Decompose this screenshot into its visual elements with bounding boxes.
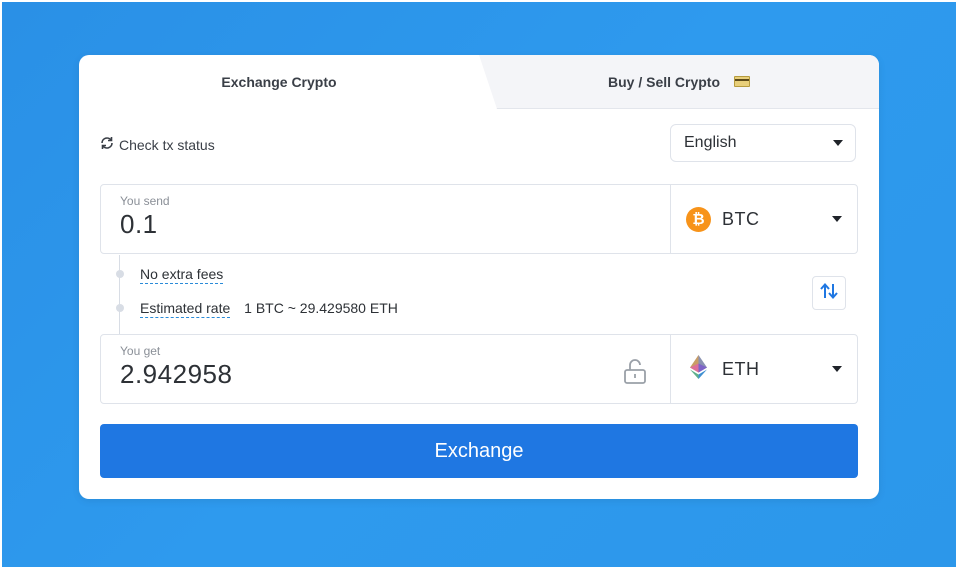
no-extra-fees-link[interactable]: No extra fees (140, 266, 224, 284)
check-tx-status-link[interactable]: Check tx status (99, 135, 215, 154)
swap-currencies-button[interactable] (812, 276, 846, 310)
send-field: You send 0.1 ₿ BTC (100, 184, 858, 254)
chevron-down-icon (832, 216, 842, 222)
send-amount-input[interactable]: 0.1 (120, 209, 158, 240)
chevron-down-icon (833, 140, 843, 146)
tab-exchange-crypto[interactable]: Exchange Crypto (79, 55, 479, 109)
info-timeline-line (119, 255, 120, 334)
tab-buy-sell-crypto-label: Buy / Sell Crypto (607, 73, 721, 90)
send-currency-ticker: BTC (722, 208, 760, 229)
estimated-rate-link[interactable]: Estimated rate (140, 300, 231, 318)
chevron-down-icon (832, 366, 842, 372)
get-currency-ticker: ETH (722, 358, 760, 379)
send-label: You send (120, 194, 170, 208)
btc-coin-icon: ₿ (686, 206, 711, 232)
tab-buy-sell-crypto[interactable]: Buy / Sell Crypto (479, 55, 879, 109)
tab-exchange-crypto-label: Exchange Crypto (221, 74, 337, 90)
exchange-button[interactable]: Exchange (100, 424, 858, 478)
get-amount-value: 2.942958 (120, 359, 233, 389)
check-tx-status-label: Check tx status (119, 136, 215, 153)
swap-arrows-icon (819, 282, 839, 305)
rate-info: Estimated rate 1 BTC ~ 29.429580 ETH (140, 300, 398, 318)
language-selected-value: English (684, 134, 737, 151)
refresh-icon (99, 135, 115, 154)
fees-info: No extra fees (140, 266, 224, 284)
exchange-widget: Exchange Crypto Buy / Sell Crypto Check … (79, 55, 879, 499)
get-label: You get (120, 344, 161, 358)
unlock-icon[interactable] (622, 357, 648, 390)
get-currency-select[interactable]: ETH (671, 335, 858, 403)
timeline-dot (116, 270, 124, 278)
credit-card-icon (734, 76, 751, 87)
estimated-rate-value: 1 BTC ~ 29.429580 ETH (244, 300, 398, 316)
eth-diamond-icon (686, 354, 711, 385)
get-field: You get 2.942958 ETH (100, 334, 858, 404)
language-select[interactable]: English (670, 124, 856, 162)
exchange-button-label: Exchange (434, 439, 524, 462)
timeline-dot (116, 304, 124, 312)
send-currency-select[interactable]: ₿ BTC (671, 185, 858, 253)
